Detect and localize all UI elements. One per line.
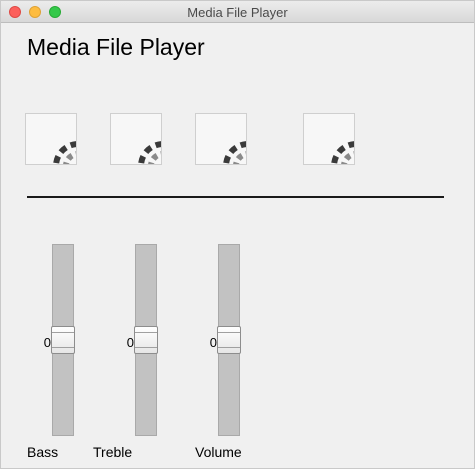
treble-slider-thumb[interactable] xyxy=(134,326,158,354)
app-window: Media File Player Media File Player 0 Ba… xyxy=(0,0,475,469)
treble-value: 0 xyxy=(126,335,134,350)
window-title: Media File Player xyxy=(187,5,288,20)
bass-slider-thumb[interactable] xyxy=(51,326,75,354)
media-button-2[interactable] xyxy=(110,113,162,165)
loading-spinner-icon xyxy=(53,141,76,164)
bass-value: 0 xyxy=(43,335,51,350)
volume-value: 0 xyxy=(209,335,217,350)
treble-slider[interactable] xyxy=(134,244,158,436)
bass-label: Bass xyxy=(27,444,59,460)
volume-label: Volume xyxy=(195,444,242,460)
loading-spinner-icon xyxy=(331,141,354,164)
bass-slider[interactable] xyxy=(51,244,75,436)
treble-label: Treble xyxy=(93,444,133,460)
title-bar[interactable]: Media File Player xyxy=(1,1,474,23)
volume-slider[interactable] xyxy=(217,244,241,436)
media-button-4[interactable] xyxy=(303,113,355,165)
page-title: Media File Player xyxy=(27,34,205,60)
loading-spinner-icon xyxy=(223,141,246,164)
loading-spinner-icon xyxy=(138,141,161,164)
divider-line xyxy=(27,196,444,198)
media-button-1[interactable] xyxy=(25,113,77,165)
media-button-3[interactable] xyxy=(195,113,247,165)
volume-slider-thumb[interactable] xyxy=(217,326,241,354)
